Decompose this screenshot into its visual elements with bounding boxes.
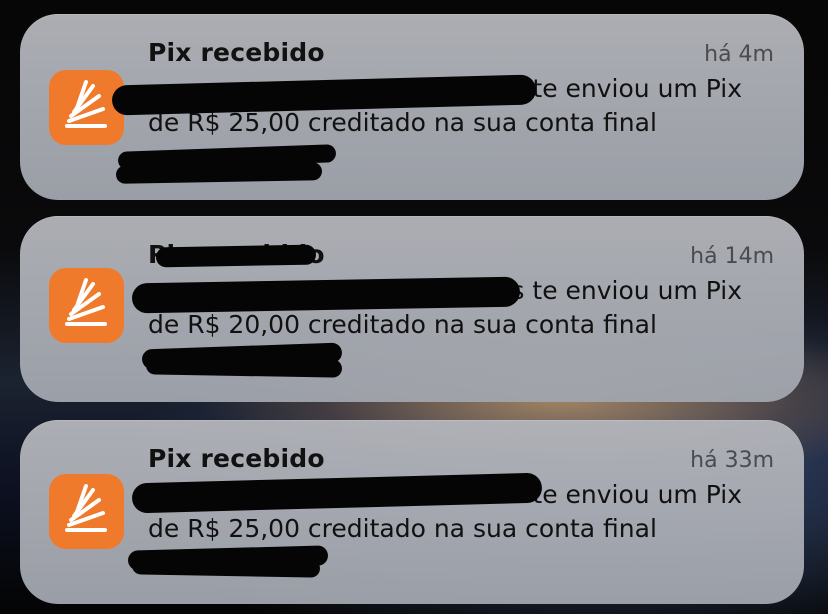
redaction-mark (131, 472, 543, 514)
redaction-mark (145, 356, 343, 378)
notification-card[interactable]: Pix recebido há 33m te enviou um Pix de … (20, 420, 804, 604)
bank-app-icon (49, 474, 124, 549)
notification-body-line1: te enviou um Pix (532, 480, 742, 509)
redaction-mark (155, 244, 317, 268)
notification-body-line2: de R$ 20,00 creditado na sua conta final (148, 310, 657, 339)
redaction-mark (131, 276, 521, 314)
notification-title: Pix recebido (148, 38, 325, 67)
notification-body-line1: s te enviou um Pix (511, 276, 742, 305)
notification-body-line1: te enviou um Pix (532, 74, 742, 103)
redaction-mark (131, 556, 321, 578)
redaction-mark (115, 162, 323, 184)
notification-card[interactable]: Pix recebido há 14m s te enviou um Pix d… (20, 216, 804, 402)
notification-time: há 4m (704, 42, 774, 67)
notification-time: há 14m (690, 244, 774, 269)
bank-app-icon (49, 268, 124, 343)
notification-body-line2: de R$ 25,00 creditado na sua conta final (148, 514, 657, 543)
lock-screen: Pix recebido há 4m te enviou um Pix de R… (0, 0, 828, 614)
notification-time: há 33m (690, 448, 774, 473)
notification-title: Pix recebido (148, 444, 325, 473)
notification-card[interactable]: Pix recebido há 4m te enviou um Pix de R… (20, 14, 804, 200)
bank-app-icon (49, 70, 124, 145)
